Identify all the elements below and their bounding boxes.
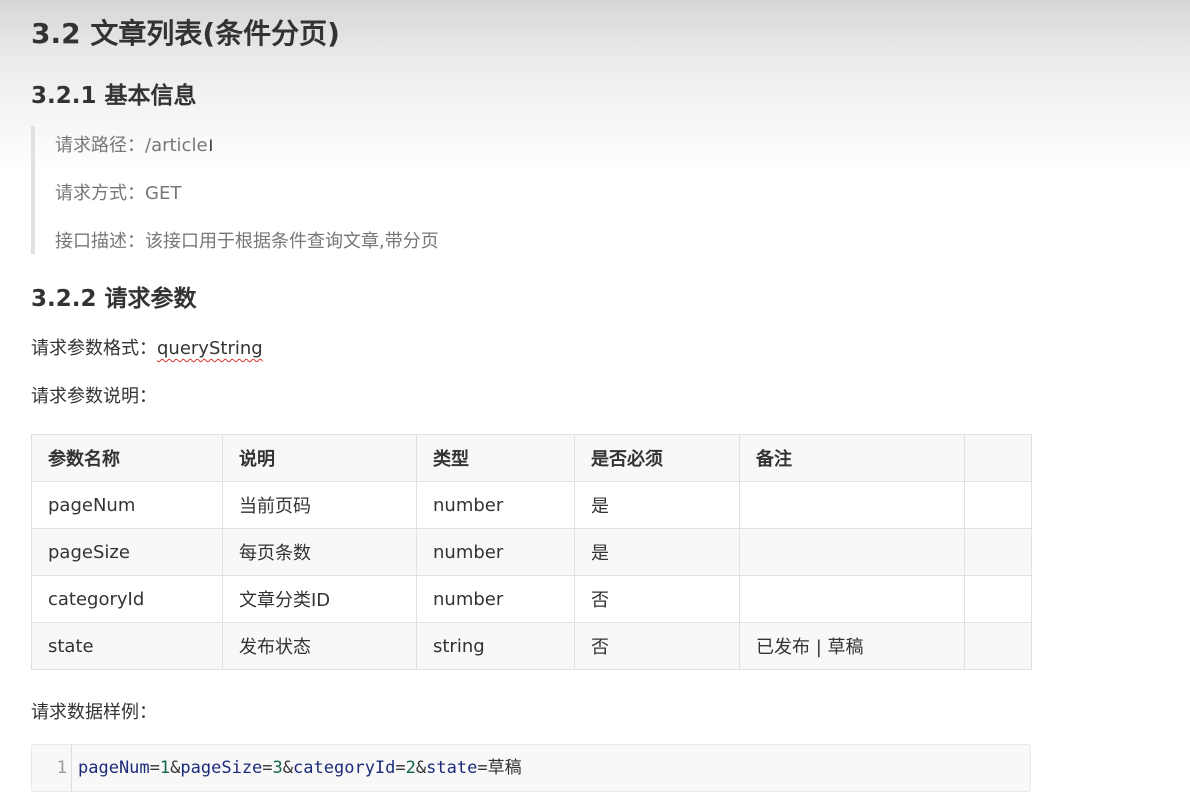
basic-info-blockquote: 请求路径：/articleI 请求方式：GET 接口描述：该接口用于根据条件查询… (31, 126, 1035, 254)
code-token-val: 草稿 (487, 758, 522, 778)
code-token-key: pageSize (180, 758, 263, 778)
table-cell (739, 481, 965, 529)
request-params-table: 参数名称 说明 类型 是否必须 备注 pageNum 当前页码 number 是… (31, 434, 1032, 670)
sample-label: 请求数据样例： (31, 702, 157, 723)
table-cell: number (416, 575, 575, 623)
code-block[interactable]: 1 pageNum=1&pageSize=3&categoryId=2&stat… (31, 744, 1031, 792)
table-cell (964, 481, 1032, 529)
param-format-value: queryString (157, 338, 263, 359)
request-method-line: 请求方式：GET (55, 179, 181, 205)
table-cell: 是 (574, 481, 740, 529)
api-description-line: 接口描述：该接口用于根据条件查询文章,带分页 (55, 227, 439, 253)
table-header-row: 参数名称 说明 类型 是否必须 备注 (31, 434, 1032, 482)
table-cell (964, 528, 1032, 576)
table-cell: number (416, 481, 575, 529)
table-header-cell (964, 434, 1032, 482)
table-header-cell: 类型 (416, 434, 575, 482)
code-token-op: & (415, 758, 427, 778)
text-cursor-icon: I (208, 136, 214, 155)
code-token-op: = (149, 758, 160, 778)
code-token-op: = (477, 758, 488, 778)
table-row: categoryId 文章分类ID number 否 (31, 575, 1032, 623)
table-cell: 每页条数 (222, 528, 417, 576)
table-header-cell: 参数名称 (31, 434, 223, 482)
code-token-num: 2 (405, 758, 416, 778)
table-cell: state (31, 622, 223, 670)
table-row: pageSize 每页条数 number 是 (31, 528, 1032, 576)
request-path-line: 请求路径：/articleI (55, 131, 213, 157)
code-line-number: 1 (32, 745, 72, 791)
code-token-op: = (395, 758, 406, 778)
code-token-key: pageNum (78, 758, 150, 778)
code-token-key: categoryId (293, 758, 396, 778)
table-cell: 文章分类ID (222, 575, 417, 623)
table-cell (964, 575, 1032, 623)
page-title: 3.2 文章列表(条件分页) (31, 17, 340, 50)
section-heading-request-params: 3.2.2 请求参数 (31, 286, 197, 312)
code-token-op: & (282, 758, 294, 778)
code-token-op: = (262, 758, 273, 778)
api-description-value: 该接口用于根据条件查询文章,带分页 (145, 231, 439, 252)
section-heading-basic-info: 3.2.1 基本信息 (31, 83, 197, 109)
table-cell: pageSize (31, 528, 223, 576)
table-cell: number (416, 528, 575, 576)
table-cell (739, 528, 965, 576)
code-token-num: 3 (272, 758, 283, 778)
table-row: state 发布状态 string 否 已发布 | 草稿 (31, 622, 1032, 670)
param-format-line: 请求参数格式：queryString (31, 334, 263, 360)
code-line[interactable]: pageNum=1&pageSize=3&categoryId=2&state=… (78, 745, 522, 791)
table-cell (964, 622, 1032, 670)
table-cell: categoryId (31, 575, 223, 623)
table-cell: 发布状态 (222, 622, 417, 670)
code-token-key: state (426, 758, 478, 778)
api-description-label: 接口描述： (55, 231, 145, 252)
table-header-cell: 备注 (739, 434, 965, 482)
code-token-num: 1 (159, 758, 171, 778)
table-cell (739, 575, 965, 623)
table-cell: 否 (574, 575, 740, 623)
code-token-op: & (170, 758, 181, 778)
table-cell: 否 (574, 622, 740, 670)
table-header-cell: 是否必须 (574, 434, 740, 482)
request-method-value: GET (145, 183, 182, 204)
param-explain-label: 请求参数说明： (31, 386, 157, 407)
table-header-cell: 说明 (222, 434, 417, 482)
table-cell: 是 (574, 528, 740, 576)
request-method-label: 请求方式： (55, 183, 145, 204)
param-format-label: 请求参数格式： (31, 338, 157, 359)
table-cell: 当前页码 (222, 481, 417, 529)
table-cell: pageNum (31, 481, 223, 529)
table-cell: string (416, 622, 575, 670)
table-row: pageNum 当前页码 number 是 (31, 481, 1032, 529)
request-path-label: 请求路径： (55, 135, 145, 156)
request-path-value: /article (145, 135, 208, 156)
table-cell: 已发布 | 草稿 (739, 622, 965, 670)
